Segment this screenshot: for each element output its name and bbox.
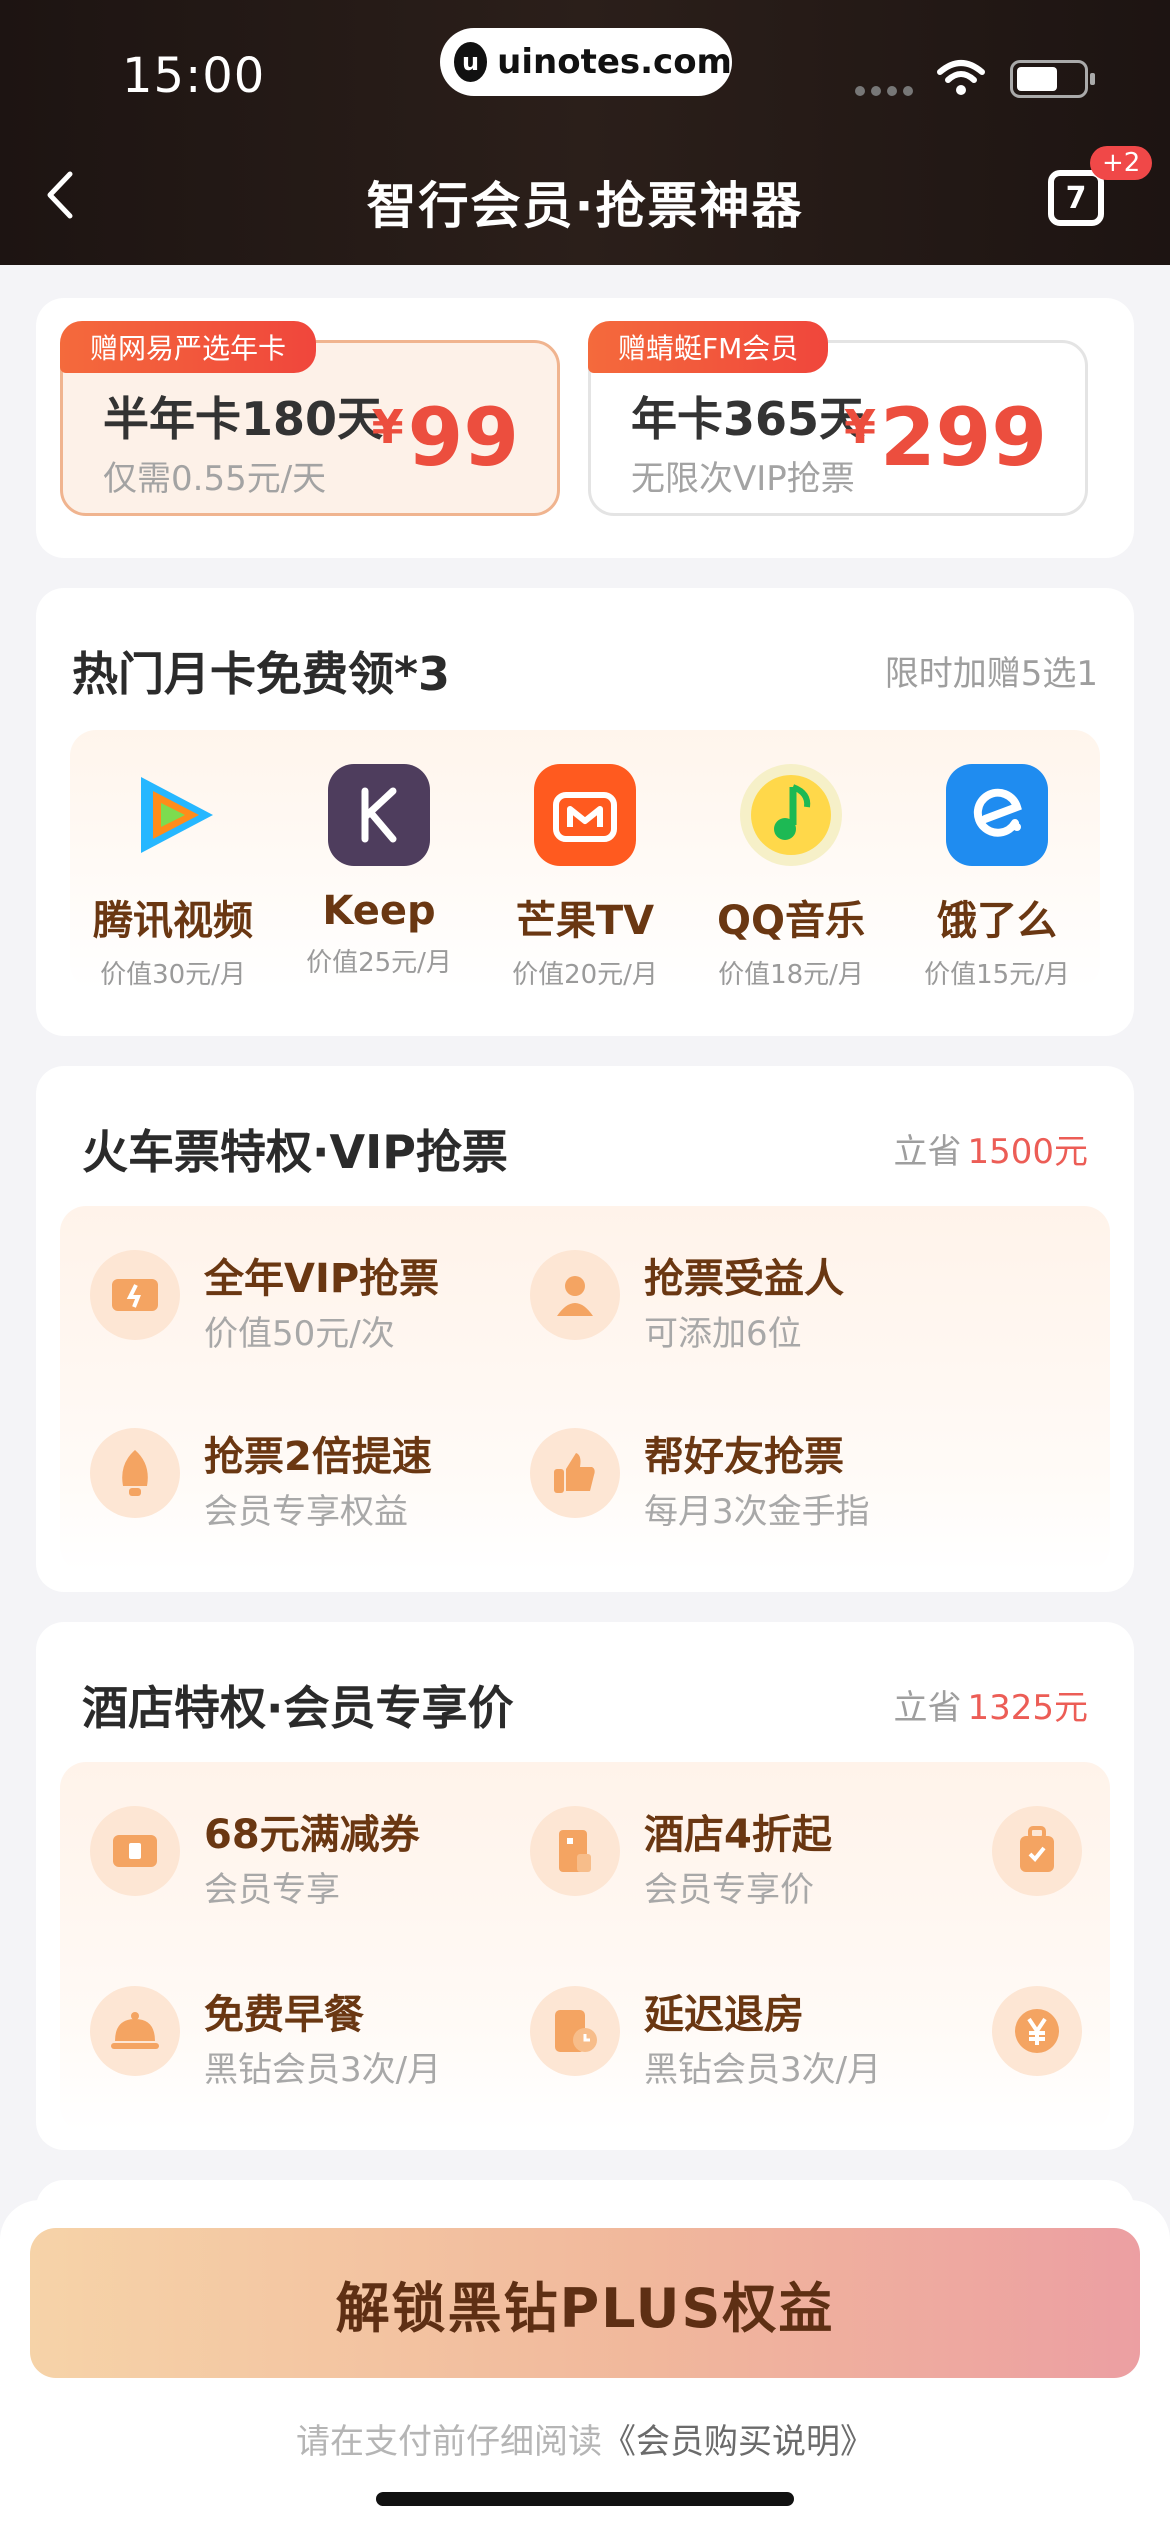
feature-item: 全年VIP抢票 价值50元/次	[90, 1246, 530, 1356]
section-title: 酒店特权·会员专享价	[82, 1681, 514, 1735]
ticket-icon	[90, 1250, 180, 1340]
late-checkout-icon	[530, 1986, 620, 2076]
feature-item: 延迟退房 黑钻会员3次/月	[530, 1982, 970, 2092]
food-cloche-icon	[90, 1986, 180, 2076]
hotel-features: 68元满减券 会员专享 酒店4折起 会员专享价 免费早餐 黑钻会员3次/月 延迟…	[60, 1762, 1110, 2132]
bottom-bar: 解锁黑钻PLUS权益 请在支付前仔细阅读《会员购买说明》	[0, 2200, 1170, 2532]
mango-tv-icon	[534, 764, 636, 866]
train-card: 火车票特权·VIP抢票 立省 1500元 全年VIP抢票 价值50元/次 抢票受益…	[36, 1066, 1134, 1592]
app-eleme[interactable]: 饿了么 价值15元/月	[894, 764, 1100, 991]
app-mango-tv[interactable]: 芒果TV 价值20元/月	[482, 764, 688, 991]
qq-music-icon	[740, 764, 842, 866]
calendar-icon[interactable]: 7	[1048, 170, 1104, 226]
save-note: 立省 1500元	[893, 1132, 1088, 1172]
purchase-notice: 请在支付前仔细阅读《会员购买说明》	[296, 2422, 874, 2462]
app-tencent-video[interactable]: 腾讯视频 价值30元/月	[70, 764, 276, 991]
plan-name: 半年卡180天	[103, 392, 384, 446]
hotel-building-icon	[530, 1806, 620, 1896]
plan-card: 赠网易严选年卡 半年卡180天 仅需0.55元/天 ¥99 赠蜻蜓FM会员 年卡…	[36, 298, 1134, 558]
url-pill[interactable]: u uinotes.com	[440, 28, 732, 96]
yen-coin-icon	[992, 1986, 1082, 2076]
eleme-icon	[946, 764, 1048, 866]
feature-item: 酒店4折起 会员专享价	[530, 1802, 970, 1912]
hotel-card: 酒店特权·会员专享价 立省 1325元 68元满减券 会员专享 酒店4折起 会员专…	[36, 1622, 1134, 2150]
calendar-badge: +2	[1090, 146, 1153, 180]
plan-price: ¥99	[371, 391, 519, 484]
feature-item: 帮好友抢票 每月3次金手指	[530, 1424, 970, 1534]
coupon-icon	[90, 1806, 180, 1896]
plan-price: ¥299	[843, 391, 1047, 484]
luggage-icon	[992, 1806, 1082, 1896]
plan-sub: 仅需0.55元/天	[103, 459, 327, 499]
uinotes-logo-icon: u	[454, 42, 488, 82]
monthly-card: 热门月卡免费领*3 限时加赠5选1 腾讯视频 价值30元/月 Keep 价值25…	[36, 588, 1134, 1036]
feature-item: 抢票2倍提速 会员专享权益	[90, 1424, 530, 1534]
home-indicator	[376, 2492, 794, 2506]
tencent-video-icon	[122, 764, 224, 866]
section-title: 火车票特权·VIP抢票	[82, 1125, 508, 1179]
save-note: 立省 1325元	[893, 1688, 1088, 1728]
header: 15:00 u uinotes.com 智行会员·抢票神器 7 +2	[0, 0, 1170, 265]
section-note: 限时加赠5选1	[884, 654, 1098, 694]
wifi-icon	[937, 60, 985, 95]
apps-list: 腾讯视频 价值30元/月 Keep 价值25元/月 芒果TV 价值20元/月 Q…	[70, 730, 1100, 990]
plan-half-year[interactable]: 赠网易严选年卡 半年卡180天 仅需0.55元/天 ¥99	[60, 321, 560, 516]
keep-icon	[328, 764, 430, 866]
plan-name: 年卡365天	[631, 392, 866, 446]
plan-sub: 无限次VIP抢票	[631, 459, 855, 499]
thumbs-up-icon	[530, 1428, 620, 1518]
feature-item: 抢票受益人 可添加6位	[530, 1246, 970, 1356]
url-text: uinotes.com	[497, 42, 732, 82]
calendar-day: 7	[1065, 180, 1087, 216]
train-features: 全年VIP抢票 价值50元/次 抢票受益人 可添加6位 抢票2倍提速 会员专享权…	[60, 1206, 1110, 1572]
plan-year[interactable]: 赠蜻蜓FM会员 年卡365天 无限次VIP抢票 ¥299	[588, 321, 1088, 516]
purchase-terms-link[interactable]: 《会员购买说明》	[602, 2422, 874, 2462]
plan-tag: 赠蜻蜓FM会员	[588, 321, 829, 373]
battery-icon	[1010, 60, 1095, 98]
unlock-plus-button[interactable]: 解锁黑钻PLUS权益	[30, 2228, 1140, 2378]
rocket-icon	[90, 1428, 180, 1518]
feature-item: 免费早餐 黑钻会员3次/月	[90, 1982, 530, 2092]
status-time: 15:00	[122, 48, 266, 104]
signal-icon	[855, 86, 913, 96]
page-title: 智行会员·抢票神器	[366, 177, 804, 235]
feature-item: 68元满减券 会员专享	[90, 1802, 530, 1912]
app-qq-music[interactable]: QQ音乐 价值18元/月	[688, 764, 894, 991]
app-keep[interactable]: Keep 价值25元/月	[276, 764, 482, 979]
plan-tag: 赠网易严选年卡	[60, 321, 317, 373]
section-title: 热门月卡免费领*3	[72, 647, 451, 701]
person-icon	[530, 1250, 620, 1340]
